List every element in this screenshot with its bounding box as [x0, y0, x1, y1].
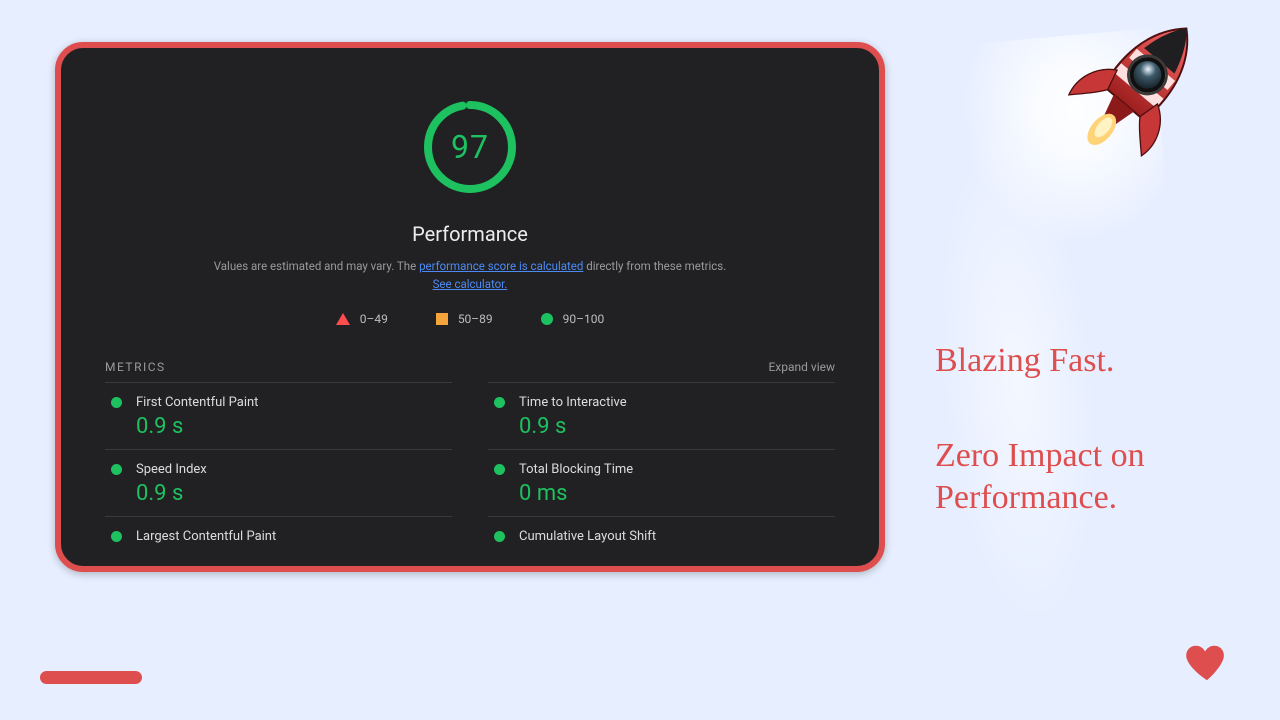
rocket-icon: [1028, 0, 1251, 196]
performance-score-value: 97: [421, 98, 519, 196]
score-legend: 0–49 50–89 90–100: [61, 312, 879, 326]
metric-label: First Contentful Paint: [136, 395, 258, 410]
legend-good: 90–100: [541, 312, 605, 326]
metric-label: Cumulative Layout Shift: [519, 529, 656, 544]
performance-title: Performance: [61, 222, 879, 246]
marketing-tagline: Blazing Fast. Zero Impact on Performance…: [935, 340, 1245, 520]
metric-speed-index: Speed Index 0.9 s: [105, 449, 452, 516]
square-icon: [436, 313, 448, 325]
status-dot-icon: [494, 531, 505, 542]
metric-value: 0.9 s: [136, 414, 452, 439]
link-score-calculated[interactable]: performance score is calculated: [419, 259, 583, 273]
status-dot-icon: [494, 464, 505, 475]
performance-score-gauge: 97: [421, 98, 519, 196]
accent-bar: [40, 671, 142, 684]
metric-label: Speed Index: [136, 462, 207, 477]
link-see-calculator[interactable]: See calculator.: [433, 277, 508, 291]
status-dot-icon: [111, 464, 122, 475]
triangle-icon: [336, 313, 350, 325]
metric-cumulative-layout-shift: Cumulative Layout Shift: [488, 516, 835, 554]
metric-label: Total Blocking Time: [519, 462, 633, 477]
legend-poor: 0–49: [336, 312, 388, 326]
heart-icon: [1184, 640, 1230, 686]
status-dot-icon: [111, 531, 122, 542]
metrics-heading: METRICS: [105, 360, 166, 374]
metric-total-blocking-time: Total Blocking Time 0 ms: [488, 449, 835, 516]
legend-good-label: 90–100: [563, 312, 605, 326]
metric-label: Largest Contentful Paint: [136, 529, 276, 544]
legend-average: 50–89: [436, 312, 493, 326]
lighthouse-panel: 97 Performance Values are estimated and …: [55, 42, 885, 572]
metric-first-contentful-paint: First Contentful Paint 0.9 s: [105, 382, 452, 449]
metric-time-to-interactive: Time to Interactive 0.9 s: [488, 382, 835, 449]
metric-value: 0 ms: [519, 481, 835, 506]
legend-avg-label: 50–89: [458, 312, 493, 326]
metric-value: 0.9 s: [519, 414, 835, 439]
performance-subtext: Values are estimated and may vary. The p…: [210, 258, 730, 294]
legend-poor-label: 0–49: [360, 312, 388, 326]
tagline-line-1: Blazing Fast.: [935, 340, 1245, 383]
metrics-grid: First Contentful Paint 0.9 s Time to Int…: [105, 382, 835, 554]
metric-value: 0.9 s: [136, 481, 452, 506]
subtext-prefix: Values are estimated and may vary. The: [214, 259, 419, 273]
circle-icon: [541, 313, 553, 325]
metric-largest-contentful-paint: Largest Contentful Paint: [105, 516, 452, 554]
metric-label: Time to Interactive: [519, 395, 627, 410]
expand-view-button[interactable]: Expand view: [768, 360, 835, 374]
tagline-line-2: Zero Impact on Performance.: [935, 435, 1245, 520]
subtext-mid: directly from these metrics.: [583, 259, 726, 273]
status-dot-icon: [494, 397, 505, 408]
status-dot-icon: [111, 397, 122, 408]
